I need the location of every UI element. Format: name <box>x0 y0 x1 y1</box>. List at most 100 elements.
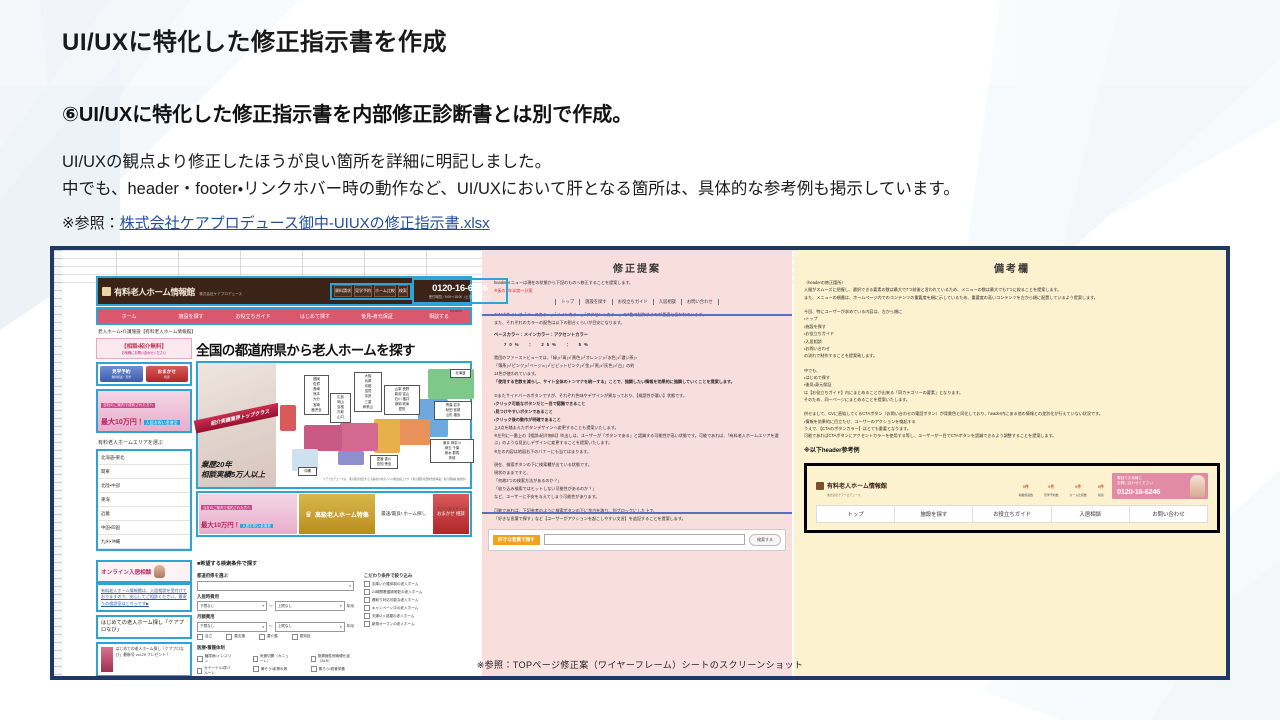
header-button-3[interactable]: 検索 <box>397 285 408 297</box>
sidebar: 【相談・紹介無料】 お気軽にお問い合わせください 見学予約 無料相談／見学 おま… <box>96 338 192 554</box>
range-separator: 〜 <box>269 603 273 608</box>
care-check-3[interactable]: 認知症 <box>291 633 311 640</box>
site-nav-item-3[interactable]: はじめて探す <box>284 313 346 320</box>
header-example-nav-item-2[interactable]: お役立ちガイド <box>973 506 1052 523</box>
proposal-bullet-2: ・クリック後の動作が明確であること <box>494 417 561 423</box>
site-logo[interactable]: 有料老人ホーム情報館 株式会社ケアプロデュース <box>98 282 330 300</box>
area-item-0[interactable]: 北海道・東北 <box>98 451 190 465</box>
care-check-label-1: 要支援 <box>234 634 245 638</box>
promo-campaign-banner[interactable]: 当社のご案内で成約された方へ 最大10万円！ 入居お祝い金進呈 <box>199 494 298 534</box>
refine-check-1[interactable]: 24時間看護師常駐の老人ホーム <box>363 589 472 595</box>
map-region-kinki[interactable] <box>340 423 378 451</box>
monthly-fee-unit: 年用 <box>346 624 354 628</box>
header-example-nav-item-4[interactable]: お問い合わせ <box>1130 506 1207 522</box>
omakase-consult-button[interactable]: おまかせ 相談 <box>145 366 188 382</box>
pref-group-kyushu[interactable]: 福岡 佐賀 長崎 熊本 大分 宮崎 鹿児島 <box>304 375 329 415</box>
pref-select[interactable]: ▾ <box>197 580 354 591</box>
checkbox-icon <box>363 589 370 595</box>
site-nav-item-1[interactable]: 施設を探す <box>160 313 222 320</box>
note-sub-item-1: ・後見・身元保証 <box>804 382 832 388</box>
screenshot-caption: ※参照：TOPページ修正案（ワイヤーフレーム）シートのスクリーンショット <box>476 660 804 670</box>
pref-group-kinki[interactable]: 大阪 兵庫 京都 滋賀 奈良 三重 和歌山 <box>354 372 382 412</box>
note-list-item-0: ・トップ <box>804 316 818 322</box>
search-word-button[interactable]: 検索する <box>749 533 781 546</box>
site-header-buttons: 資料請求 見学予約 ホーム比較 検索 <box>330 282 412 300</box>
header-example-cta[interactable]: 電話でお気軽に お問い合わせください 0120-16-6246 <box>1112 472 1208 500</box>
consult-note[interactable]: 有料老人ホーム情報館は、入居相談を受付けておりますので、安心してご相談ください。… <box>96 583 192 613</box>
promo-luxury-banner[interactable]: ♛ 高級老人ホーム特集 <box>299 494 375 534</box>
site-nav-item-5[interactable]: 相談する <box>408 313 470 320</box>
pref-group-chugoku[interactable]: 広島 岡山 島根 鳥取 山口 <box>330 393 351 423</box>
area-item-2[interactable]: 北陸・中部 <box>98 479 190 493</box>
row-header-gutter <box>54 250 62 676</box>
reference-file-link[interactable]: 株式会社ケアプロデュース御中-UIUXの修正指示書.xlsx <box>120 215 490 232</box>
entry-fee-max-value: 上限なし <box>277 603 292 608</box>
sidebar-campaign-banner[interactable]: 当社のご案内で成約された方へ 最大10万円！ 入居お祝い金進呈 <box>96 389 192 433</box>
hero-title: 全国の都道府県から老人ホームを探す <box>196 343 416 358</box>
hero-caption-line-2: 相談実績5万人以上 <box>201 469 266 479</box>
area-item-3[interactable]: 東海 <box>98 493 190 507</box>
entry-fee-max-select[interactable]: 上限なし ▾ <box>274 601 345 611</box>
map-region-shikoku[interactable] <box>338 451 364 465</box>
area-item-4[interactable]: 近畿 <box>98 507 190 521</box>
header-button-1[interactable]: 見学予約 <box>354 285 372 297</box>
checkbox-icon <box>226 633 233 640</box>
header-example-nav-item-0[interactable]: トップ <box>817 506 896 523</box>
header-example-box: 有料老人ホーム情報館 株式会社ケアプロデュース 0件 掲載施設数 0件 見学予約… <box>804 462 1220 534</box>
free-consult-title: 【相談・紹介無料】 <box>121 344 167 350</box>
monthly-fee-min-select[interactable]: 下限なし ▾ <box>197 621 268 632</box>
promo-omakase-banner[interactable]: おまかせ 相談 <box>432 494 469 534</box>
refine-check-2[interactable]: 看取り対応可能な老人ホーム <box>363 597 472 603</box>
care-check-1[interactable]: 要支援 <box>226 633 245 640</box>
map-region-kanto[interactable] <box>396 419 430 445</box>
campaign-amount: 最大10万円！ <box>101 419 144 426</box>
header-example-nav-item-3[interactable]: 入居相談 <box>1052 506 1130 523</box>
logo-mark-icon <box>816 481 824 490</box>
monthly-fee-max-select[interactable]: 上限なし ▾ <box>274 621 345 632</box>
refine-check-3[interactable]: キャンペーン中の老人ホーム <box>363 605 472 611</box>
entry-fee-min-select[interactable]: 下限なし ▾ <box>197 601 268 611</box>
checkbox-icon <box>363 613 370 619</box>
page-title: UI/UXに特化した修正指示書を作成 <box>62 29 448 56</box>
refine-check-0[interactable]: 手厚い介護体制の老人ホーム <box>363 581 472 587</box>
area-item-5[interactable]: 中国・四国 <box>98 521 190 535</box>
logo-mark-icon <box>102 286 111 296</box>
site-nav-item-0[interactable]: ホーム <box>98 313 160 320</box>
stat-label-1: 見学予約数 <box>1044 492 1059 497</box>
pref-group-okinawa[interactable]: 沖縄 <box>298 467 317 477</box>
proposal-search-preview: 好きな言葉で探す 検索する <box>488 528 786 551</box>
care-check-0[interactable]: 自立 <box>197 633 212 640</box>
range-separator: 〜 <box>269 624 273 628</box>
divider-label-firstview: ファーストビュー <box>436 506 468 511</box>
header-example-nav: トップ 施設を探す お役立ちガイド 入居相談 お問い合わせ <box>816 505 1208 524</box>
note-example-label: ※以下header参考例 <box>804 447 860 454</box>
header-button-2[interactable]: ホーム比較 <box>374 285 396 297</box>
promo-luxury-label: 高級老人ホーム特集 <box>315 512 369 519</box>
site-nav-item-4[interactable]: 後見・身元保証 <box>346 313 408 320</box>
area-item-6[interactable]: 九州・沖縄 <box>98 535 190 549</box>
header-button-0[interactable]: 資料請求 <box>334 285 352 297</box>
care-check-2[interactable]: 要介護 <box>258 633 278 640</box>
pref-group-chubu[interactable]: 山梨 長野 新潟 富山 石川 福井 静岡 岐阜 愛知 <box>384 385 420 415</box>
refine-check-4[interactable]: 夫婦・2人部屋の老人ホーム <box>363 613 472 619</box>
header-example-logo[interactable]: 有料老人ホーム情報館 株式会社ケアプロデュース <box>816 475 887 497</box>
promo-quick-banner[interactable]: 最速/最良! ホーム探し <box>376 494 431 534</box>
pref-group-shikoku[interactable]: 愛媛 香川 高知 徳島 <box>370 455 398 470</box>
pref-group-kanto[interactable]: 東京 神奈川 埼玉 千葉 栃木 群馬 茨城 <box>430 439 474 464</box>
site-nav-item-2[interactable]: お役立ちガイド <box>222 313 284 320</box>
refine-check-5[interactable]: 新規オープンの老人ホーム <box>363 621 472 627</box>
header-example-stats: 0件 掲載施設数 0件 見学予約数 0件 ホーム比較数 0件 検索 <box>1019 475 1104 497</box>
pref-group-hokkaido[interactable]: 北海道 <box>450 369 471 379</box>
area-item-1[interactable]: 関東 <box>98 465 190 479</box>
map-region-okinawa[interactable] <box>280 405 296 431</box>
header-example-nav-item-1[interactable]: 施設を探す <box>895 506 974 523</box>
proposal-para4-2: ※左の内容は地図右下のバナーにも当てはまります。 <box>494 448 592 454</box>
pref-group-tohoku[interactable]: 青森 岩手 秋田 宮城 山形 福島 <box>434 401 472 421</box>
map-region-chugoku[interactable] <box>304 425 342 451</box>
search-word-input[interactable] <box>543 534 745 546</box>
stat-label-2: ホーム比較数 <box>1069 492 1087 497</box>
visit-reservation-button[interactable]: 見学予約 無料相談／見学 <box>100 366 143 382</box>
entry-fee-range: 下限なし ▾ 〜 上限なし ▾ 年用 <box>197 601 354 611</box>
online-consult-box[interactable]: オンライン入居相談 <box>96 560 192 583</box>
note-heading: 〈headerの修正箇所〉 <box>804 280 846 285</box>
